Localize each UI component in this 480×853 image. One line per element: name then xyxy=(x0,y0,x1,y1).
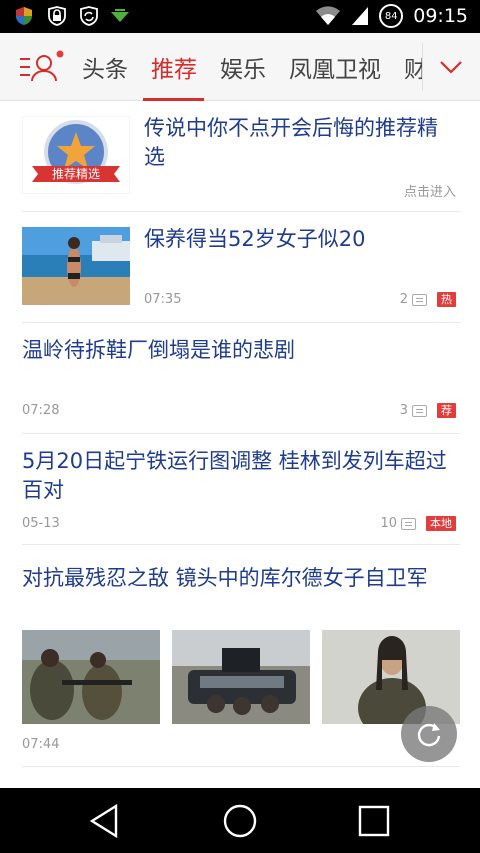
battery-icon: 84 xyxy=(379,4,404,28)
item-time: 07:28 xyxy=(22,403,60,418)
item-photo xyxy=(22,630,160,724)
download-icon xyxy=(111,9,129,22)
user-icon[interactable] xyxy=(18,49,66,85)
item-meta: 2 热 xyxy=(400,292,456,307)
recommend-badge-image: 推荐精选 xyxy=(22,116,130,194)
notification-dot xyxy=(56,50,64,58)
channel-tabs: 头条 推荐 娱乐 凤凰卫视 财 xyxy=(80,33,422,101)
refresh-icon xyxy=(417,723,441,747)
lock-icon xyxy=(48,6,66,26)
comment-count: 3 xyxy=(399,403,408,418)
list-item[interactable]: 温岭待拆鞋厂倒塌是谁的悲剧 07:28 3 荐 xyxy=(22,323,460,434)
tab-yule[interactable]: 娱乐 xyxy=(218,33,277,101)
local-tag: 本地 xyxy=(426,516,456,531)
item-title: 传说中你不点开会后悔的推荐精选 xyxy=(144,116,438,169)
item-title: 温岭待拆鞋厂倒塌是谁的悲剧 xyxy=(22,338,295,362)
shield-icon xyxy=(16,7,32,25)
tab-divider xyxy=(422,43,423,91)
comment-count: 2 xyxy=(399,292,408,307)
status-bar: 84 09:15 xyxy=(0,0,480,33)
item-meta: 10 本地 xyxy=(380,516,456,531)
comment-icon xyxy=(412,293,427,306)
item-time: 05-13 xyxy=(22,516,60,531)
wifi-icon xyxy=(316,6,341,26)
list-item[interactable]: 5月20日起宁铁运行图调整 桂林到发列车超过百对 05-13 10 本地 xyxy=(22,434,460,545)
svg-text:推荐精选: 推荐精选 xyxy=(52,167,100,181)
tab-cai[interactable]: 财 xyxy=(402,33,422,101)
home-icon[interactable] xyxy=(220,802,260,840)
list-item[interactable]: 推荐精选 传说中你不点开会后悔的推荐精选 点击进入 xyxy=(22,101,460,212)
hot-tag: 热 xyxy=(437,292,456,307)
system-nav-bar xyxy=(0,788,480,853)
status-time: 09:15 xyxy=(413,5,468,27)
signal-icon xyxy=(352,7,369,25)
item-thumbnail xyxy=(22,227,130,305)
chevron-down-icon[interactable] xyxy=(436,53,466,81)
comment-icon xyxy=(412,404,427,417)
item-time: 07:35 xyxy=(144,292,182,307)
header: 头条 推荐 娱乐 凤凰卫视 财 xyxy=(0,33,480,101)
item-time: 07:44 xyxy=(22,737,60,752)
sync-shield-icon xyxy=(80,6,98,26)
item-title: 保养得当52岁女子似20 xyxy=(144,227,366,251)
back-icon[interactable] xyxy=(86,802,126,840)
item-photo xyxy=(172,630,310,724)
item-meta: 3 荐 xyxy=(400,403,456,418)
tab-tuijian[interactable]: 推荐 xyxy=(143,33,208,101)
list-item[interactable]: 对抗最残忍之敌 镜头中的库尔德女子自卫军 07:44 xyxy=(22,545,460,767)
comment-count: 10 xyxy=(380,516,397,531)
recommend-tag: 荐 xyxy=(437,403,456,418)
comment-icon xyxy=(401,517,416,530)
item-title: 5月20日起宁铁运行图调整 桂林到发列车超过百对 xyxy=(22,449,447,502)
tab-toutiao[interactable]: 头条 xyxy=(80,33,139,101)
refresh-button[interactable] xyxy=(401,706,457,762)
tab-fenghuang-weishi[interactable]: 凤凰卫视 xyxy=(287,33,392,101)
item-action: 点击进入 xyxy=(403,185,456,200)
news-feed: 推荐精选 传说中你不点开会后悔的推荐精选 点击进入 保养得当52岁女子似20 0… xyxy=(0,101,480,787)
item-title: 对抗最残忍之敌 镜头中的库尔德女子自卫军 xyxy=(22,566,428,590)
list-item[interactable]: 保养得当52岁女子似20 07:35 2 热 xyxy=(22,212,460,323)
recents-icon[interactable] xyxy=(354,802,394,840)
